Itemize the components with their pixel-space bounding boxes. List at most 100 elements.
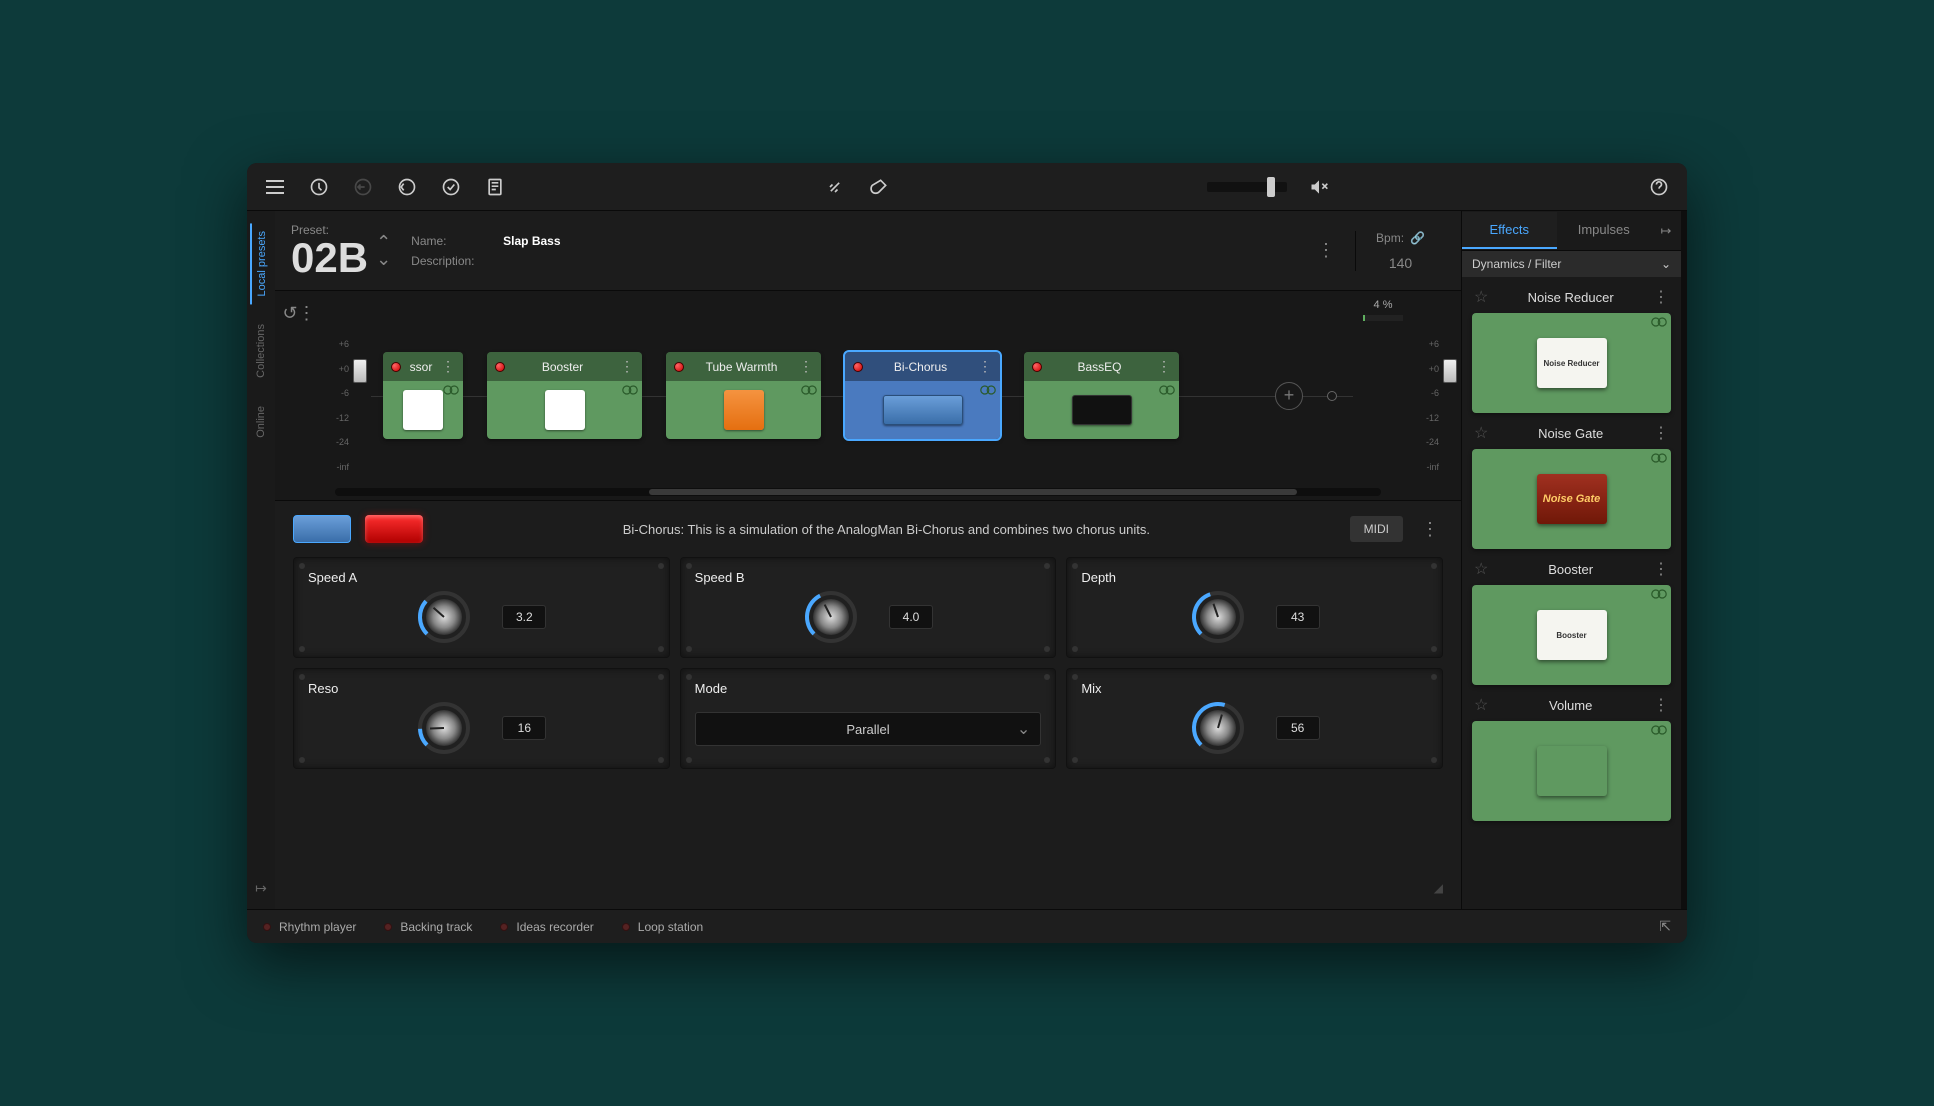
- knob-dial[interactable]: [1190, 700, 1246, 756]
- chain-pedal-basseq[interactable]: BassEQ ⋮: [1024, 352, 1179, 439]
- cpu-meter: [1363, 315, 1403, 321]
- effect-thumbnail[interactable]: [293, 515, 351, 543]
- knob-value[interactable]: 3.2: [502, 605, 546, 629]
- master-volume-slider[interactable]: [1207, 182, 1287, 192]
- power-led-icon: [674, 362, 684, 372]
- footer-backing-track[interactable]: Backing track: [384, 920, 472, 934]
- footer-rhythm-player[interactable]: Rhythm player: [263, 920, 356, 934]
- fx-item-noise-gate[interactable]: ☆Noise Gate⋮Noise Gate: [1472, 417, 1671, 549]
- redo-icon[interactable]: [395, 175, 419, 199]
- chain-pedal-booster[interactable]: Booster⋮: [487, 352, 642, 439]
- tab-online[interactable]: Online: [251, 398, 271, 446]
- knob-speed-b: Speed B4.0: [680, 557, 1057, 658]
- output-gain-slider[interactable]: [1443, 339, 1457, 472]
- pedal-more-icon[interactable]: ⋮: [441, 358, 455, 375]
- favorite-icon[interactable]: ☆: [1474, 559, 1488, 579]
- detail-more-icon[interactable]: ⋮: [1417, 519, 1443, 540]
- pedal-more-icon[interactable]: ⋮: [1157, 358, 1171, 375]
- link-icon[interactable]: 🔗: [1410, 231, 1425, 245]
- chain-pedal-tube-warmth[interactable]: Tube Warmth ⋮: [666, 352, 821, 439]
- output-meter-scale: +6+0-6-12-24-inf: [1413, 291, 1443, 500]
- pedal-more-icon[interactable]: ⋮: [620, 358, 634, 375]
- knob-value[interactable]: 43: [1276, 605, 1320, 629]
- fx-preview[interactable]: Noise Reducer: [1472, 313, 1671, 413]
- tuner-icon[interactable]: [823, 175, 847, 199]
- desc-label: Description:: [411, 254, 491, 268]
- pedal-more-icon[interactable]: ⋮: [978, 358, 992, 375]
- tab-local-presets[interactable]: Local presets: [250, 223, 272, 304]
- footer: Rhythm player Backing track Ideas record…: [247, 909, 1687, 943]
- mute-icon[interactable]: [1307, 175, 1331, 199]
- fx-item-volume[interactable]: ☆Volume⋮: [1472, 689, 1671, 821]
- chain-scrollbar[interactable]: [335, 488, 1381, 496]
- fx-item-booster[interactable]: ☆ Booster ⋮ Booster: [1472, 553, 1671, 685]
- signal-chain: ↺⋮ +6+0-6-12-24-inf ssor⋮ Booster⋮ Tube Wa…: [275, 291, 1461, 501]
- power-led-icon: [1032, 362, 1042, 372]
- preset-down-icon[interactable]: ⌄: [376, 252, 391, 266]
- save-preset-icon[interactable]: [307, 175, 331, 199]
- expand-right-icon[interactable]: ↦: [1651, 223, 1681, 239]
- fx-item-noise-reducer[interactable]: ☆ Noise Reducer ⋮ Noise Reducer: [1472, 281, 1671, 413]
- pedal-name: BassEQ: [1077, 360, 1121, 374]
- input-meter-scale: +6+0-6-12-24-inf: [323, 291, 353, 500]
- fx-preview[interactable]: Booster: [1472, 585, 1671, 685]
- category-select[interactable]: Dynamics / Filter⌄: [1462, 251, 1681, 277]
- fx-box-image: [1537, 746, 1607, 796]
- mode-select[interactable]: Parallel: [695, 712, 1042, 746]
- footer-expand-icon[interactable]: ⇱: [1659, 918, 1671, 935]
- right-scrollbar[interactable]: [1681, 211, 1687, 909]
- menu-icon[interactable]: [263, 175, 287, 199]
- favorite-icon[interactable]: ☆: [1474, 695, 1488, 715]
- footer-loop-station[interactable]: Loop station: [622, 920, 703, 934]
- knob-value[interactable]: 56: [1276, 716, 1320, 740]
- fx-more-icon[interactable]: ⋮: [1653, 559, 1669, 579]
- chain-history-icon[interactable]: ↺⋮: [275, 291, 323, 500]
- favorite-icon[interactable]: ☆: [1474, 423, 1488, 443]
- preset-header: Preset: 02B ⌃ ⌄ Name:Slap Bass Descripti…: [275, 211, 1461, 291]
- pedal-name: Tube Warmth: [706, 360, 778, 374]
- input-gain-slider[interactable]: [353, 339, 367, 472]
- fx-more-icon[interactable]: ⋮: [1653, 287, 1669, 307]
- collapse-left-icon[interactable]: ↦: [255, 880, 267, 897]
- knob-dial[interactable]: [416, 700, 472, 756]
- preset-name[interactable]: Slap Bass: [503, 234, 560, 248]
- add-effect-button[interactable]: +: [1275, 382, 1303, 410]
- preset-number[interactable]: 02B: [291, 237, 368, 279]
- undo-icon[interactable]: [351, 175, 375, 199]
- chain-pedal-bi-chorus[interactable]: Bi-Chorus⋮: [845, 352, 1000, 439]
- favorite-icon[interactable]: ☆: [1474, 287, 1488, 307]
- tab-impulses[interactable]: Impulses: [1557, 212, 1652, 249]
- midi-button[interactable]: MIDI: [1350, 516, 1403, 542]
- preset-up-icon[interactable]: ⌃: [376, 235, 391, 249]
- fx-name: Booster: [1548, 562, 1593, 577]
- resize-handle-icon[interactable]: ◢: [1434, 881, 1443, 895]
- guitar-icon[interactable]: [867, 175, 891, 199]
- knob-label: Mix: [1081, 681, 1428, 696]
- knob-value[interactable]: 16: [502, 716, 546, 740]
- notes-icon[interactable]: [483, 175, 507, 199]
- app-window: Local presets Collections Online ↦ Prese…: [247, 163, 1687, 943]
- knob-dial[interactable]: [416, 589, 472, 645]
- fx-more-icon[interactable]: ⋮: [1653, 695, 1669, 715]
- pedal-more-icon[interactable]: ⋮: [799, 358, 813, 375]
- knob-dial[interactable]: [1190, 589, 1246, 645]
- fx-more-icon[interactable]: ⋮: [1653, 423, 1669, 443]
- chain-pedal-ssor[interactable]: ssor⋮: [383, 352, 463, 439]
- preset-more-icon[interactable]: ⋮: [1317, 240, 1335, 261]
- knob-dial[interactable]: [803, 589, 859, 645]
- bypass-toggle[interactable]: [365, 515, 423, 543]
- effect-detail-panel: Bi-Chorus: This is a simulation of the A…: [275, 501, 1461, 909]
- help-icon[interactable]: [1647, 175, 1671, 199]
- pedal-image: [724, 390, 764, 430]
- bpm-value[interactable]: 140: [1389, 255, 1412, 271]
- fx-preview[interactable]: Noise Gate: [1472, 449, 1671, 549]
- tab-effects[interactable]: Effects: [1462, 212, 1557, 249]
- knob-value[interactable]: 4.0: [889, 605, 933, 629]
- power-led-icon: [495, 362, 505, 372]
- tab-collections[interactable]: Collections: [251, 316, 271, 386]
- fx-preview[interactable]: [1472, 721, 1671, 821]
- fx-name: Noise Reducer: [1528, 290, 1614, 305]
- bpm-label: Bpm:: [1376, 231, 1404, 245]
- check-icon[interactable]: [439, 175, 463, 199]
- footer-ideas-recorder[interactable]: Ideas recorder: [500, 920, 593, 934]
